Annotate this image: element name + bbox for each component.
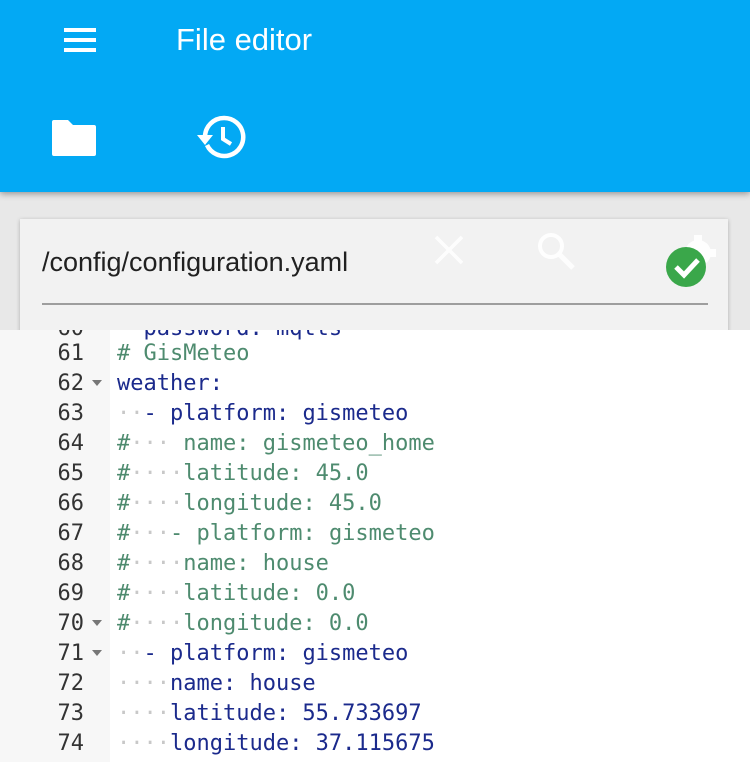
page-title: File editor <box>176 22 313 57</box>
fold-toggle-icon[interactable] <box>92 620 102 626</box>
line-code: #··· name: gismeteo_home <box>117 431 435 456</box>
menu-icon[interactable] <box>62 24 98 56</box>
line-number: 64 <box>57 431 85 456</box>
code-line: 64 #··· name: gismeteo_home <box>0 429 750 459</box>
line-code: # GisMeteo <box>117 341 250 366</box>
code-line: 73 ····latitude: 55.733697 <box>0 699 750 729</box>
line-code: weather: <box>117 371 223 396</box>
line-number: 62 <box>57 371 85 396</box>
code-line: 61 # GisMeteo <box>0 339 750 369</box>
line-code: #····latitude: 45.0 <box>117 461 369 486</box>
line-code: #····name: house <box>117 551 329 576</box>
code-line: 69 #····latitude: 0.0 <box>0 579 750 609</box>
code-line: 65 #····latitude: 45.0 <box>0 459 750 489</box>
line-number: 71 <box>57 641 85 666</box>
fold-toggle-icon[interactable] <box>92 380 102 386</box>
line-code: #···- platform: gismeteo <box>117 521 435 546</box>
code-line: 68 #····name: house <box>0 549 750 579</box>
code-line: 67 #···- platform: gismeteo <box>0 519 750 549</box>
app-toolbar: File editor <box>0 0 750 192</box>
line-code: #····latitude: 0.0 <box>117 581 356 606</box>
line-code: ··- platform: gismeteo <box>117 401 409 426</box>
line-number: 72 <box>57 671 85 696</box>
code-line: 70 #····longitude: 0.0 <box>0 609 750 639</box>
code-line: 62 weather: <box>0 369 750 399</box>
close-icon[interactable] <box>432 233 466 267</box>
line-number: 66 <box>57 491 85 516</box>
code-line: 63 ··- platform: gismeteo <box>0 399 750 429</box>
line-code: #····longitude: 45.0 <box>117 491 382 516</box>
line-code: ····longitude: 37.115675 <box>117 731 435 756</box>
line-number: 73 <box>57 701 85 726</box>
code-line: 71 ··- platform: gismeteo <box>0 639 750 669</box>
history-icon[interactable] <box>196 112 248 162</box>
line-number: 65 <box>57 461 85 486</box>
line-code: #····longitude: 0.0 <box>117 611 369 636</box>
line-code: ····latitude: 55.733697 <box>117 701 422 726</box>
search-icon[interactable] <box>536 231 576 271</box>
code-line: 66 #····longitude: 45.0 <box>0 489 750 519</box>
file-path: /config/configuration.yaml <box>42 247 349 277</box>
folder-icon[interactable] <box>50 116 98 158</box>
line-number: 70 <box>57 611 85 636</box>
line-code: ··- platform: gismeteo <box>117 641 409 666</box>
line-number: 63 <box>57 401 85 426</box>
line-code: ····name: house <box>117 671 316 696</box>
code-editor[interactable]: 60 ··password: mqtts 61 # GisMeteo 62 we… <box>0 330 750 762</box>
save-check-icon[interactable] <box>660 229 724 289</box>
line-number: 69 <box>57 581 85 606</box>
fold-toggle-icon[interactable] <box>92 650 102 656</box>
line-number: 74 <box>57 731 85 756</box>
line-number: 61 <box>57 341 85 366</box>
code-line: 72 ····name: house <box>0 669 750 699</box>
line-number: 68 <box>57 551 85 576</box>
code-line: 74 ····longitude: 37.115675 <box>0 729 750 759</box>
line-number: 67 <box>57 521 85 546</box>
file-path-underline <box>42 303 708 305</box>
